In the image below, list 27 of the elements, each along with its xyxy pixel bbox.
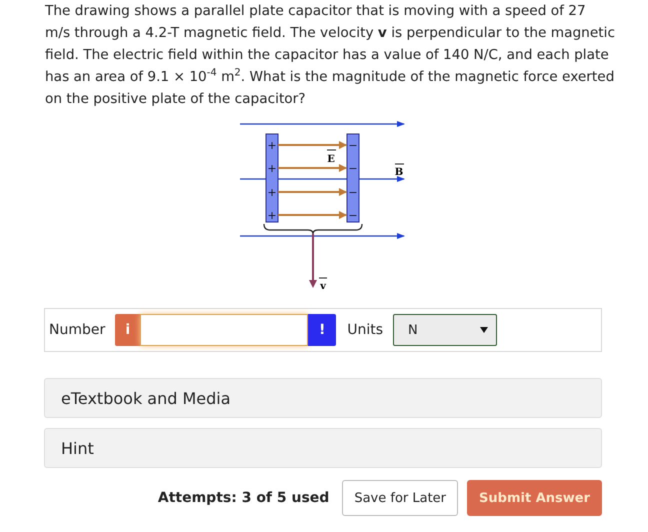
caret-icon xyxy=(480,327,488,333)
electric-field-arrow xyxy=(278,164,347,172)
plus-sign: + xyxy=(267,162,277,175)
collapsible-panel[interactable]: eTextbook and Media xyxy=(44,378,602,418)
collapsible-panel[interactable]: Hint xyxy=(44,428,602,468)
plus-sign: + xyxy=(267,209,277,222)
units-select[interactable]: N xyxy=(393,314,498,346)
electric-field-arrow xyxy=(278,141,347,149)
minus-sign: − xyxy=(348,139,358,152)
number-input[interactable] xyxy=(140,314,308,346)
electric-field-arrow xyxy=(278,188,347,196)
minus-sign: − xyxy=(348,186,358,199)
velocity-arrow xyxy=(309,234,317,288)
electric-field-label: E xyxy=(326,150,336,165)
electric-field-arrow xyxy=(278,211,347,219)
attempts-text: Attempts: 3 of 5 used xyxy=(158,490,330,506)
minus-sign: − xyxy=(348,162,358,175)
minus-sign: − xyxy=(348,209,358,222)
units-label: Units xyxy=(347,322,384,338)
velocity-label: v xyxy=(318,278,328,292)
plus-sign: + xyxy=(267,139,277,152)
magnetic-field-label: B xyxy=(394,164,404,178)
save-button[interactable]: Save for Later xyxy=(342,480,458,516)
question-text: The drawing shows a parallel plate capacitor that is moving with a speed of 27 m/s through a 4.2-T magnetic field. The velocity v is perpendicular to the magnetic field. The electric field within the capacitor has a value of 140 N/C, and each plate has an area of 9.1 × 10$^{-4}$ m$^{2}$. What is the magnitude of the magnetic force exerted on the positive plate of the capacitor? xyxy=(45,2,615,109)
alert-button[interactable]: ! xyxy=(308,314,336,346)
number-label: Number xyxy=(49,322,106,338)
plus-sign: + xyxy=(267,186,277,199)
